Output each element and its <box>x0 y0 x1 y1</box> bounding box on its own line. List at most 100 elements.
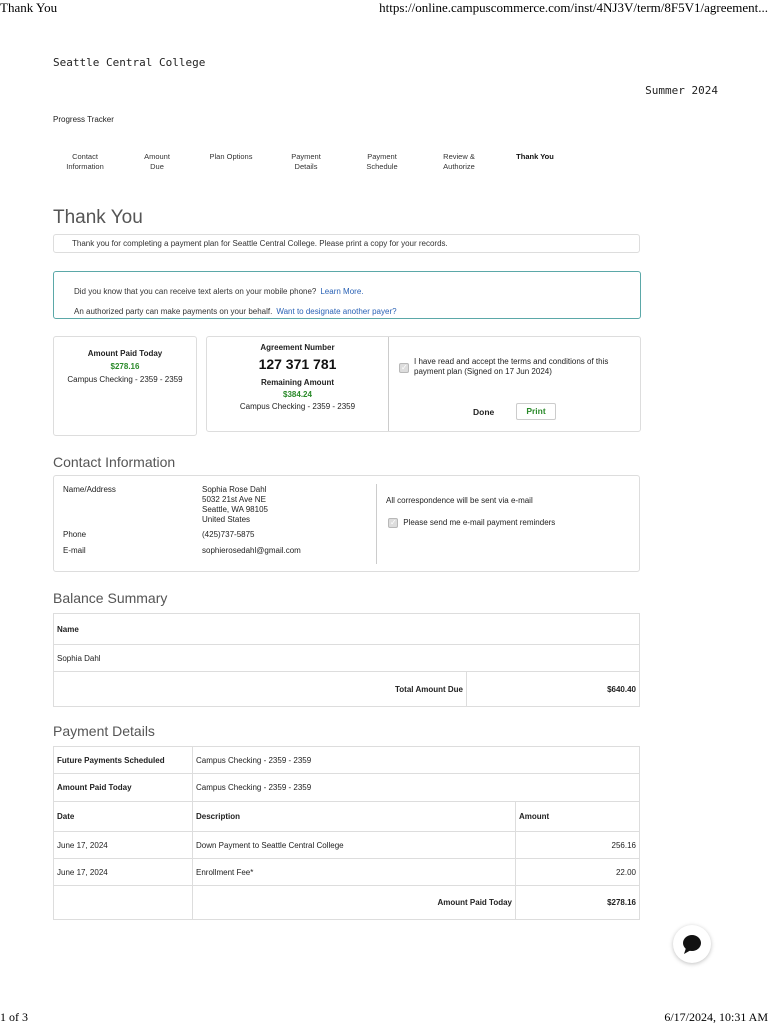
step-label: Plan Options <box>209 152 253 161</box>
paid-today-account: Campus Checking - 2359 - 2359 <box>67 375 183 384</box>
column-header: Description <box>192 801 516 832</box>
table-row: Future Payments Scheduled Campus Checkin… <box>53 746 640 774</box>
print-button[interactable]: Print <box>516 403 556 420</box>
terms-acceptance: I have read and accept the terms and con… <box>399 357 629 377</box>
learn-more-link[interactable]: Learn More. <box>320 287 363 296</box>
email-value: sophierosedahl@gmail.com <box>202 546 301 555</box>
phone-value: (425)737-5875 <box>202 530 255 539</box>
payment-amount: 256.16 <box>515 831 640 859</box>
contact-information-heading: Contact Information <box>53 454 176 470</box>
remaining-amount-label: Remaining Amount <box>260 378 335 387</box>
payment-date: June 17, 2024 <box>53 831 193 859</box>
done-button[interactable]: Done <box>473 407 494 417</box>
progress-tracker: Contact Information Amount Due Plan Option… <box>53 152 583 174</box>
step-contact-information: Contact Information <box>53 152 117 171</box>
total-amount-due-label: Total Amount Due <box>53 671 467 707</box>
table-row: June 17, 2024 Down Payment to Seattle Ce… <box>53 831 640 859</box>
divider <box>376 484 377 564</box>
alerts-panel: Did you know that you can receive text a… <box>53 271 641 319</box>
progress-tracker-label: Progress Tracker <box>53 115 114 124</box>
payer-text: An authorized party can make payments on… <box>74 307 273 316</box>
step-label: Schedule <box>366 161 398 171</box>
step-label: Information <box>66 161 104 171</box>
payment-amount: 22.00 <box>515 858 640 886</box>
name-address-value: Sophia Rose Dahl 5032 21st Ave NE Seattl… <box>202 485 268 525</box>
paid-today-row-label: Amount Paid Today <box>53 773 193 802</box>
text-alert-row: Did you know that you can receive text a… <box>74 282 640 302</box>
agreement-number: 127 371 781 <box>258 356 337 372</box>
step-payment-details: Payment Details <box>274 152 338 171</box>
step-label: Review & <box>443 152 475 161</box>
email-label: E-mail <box>63 546 86 555</box>
table-row: Amount Paid Today $278.16 <box>53 885 640 920</box>
phone-label: Phone <box>63 530 87 539</box>
correspondence-note: All correspondence will be sent via e-ma… <box>386 496 533 505</box>
email-reminders-option: Please send me e-mail payment reminders <box>388 518 555 528</box>
email-reminders-label: Please send me e-mail payment reminders <box>403 518 556 527</box>
terms-text: I have read and accept the terms and con… <box>414 357 609 376</box>
amount-paid-today-card: Amount Paid Today $278.16 Campus Checkin… <box>53 336 197 436</box>
step-label: Amount <box>144 152 170 161</box>
amount-paid-today-total-value: $278.16 <box>515 885 640 920</box>
payment-details-heading: Payment Details <box>53 723 155 739</box>
empty-cell <box>53 885 193 920</box>
designate-payer-link[interactable]: Want to designate another payer? <box>276 307 396 316</box>
future-payments-value: Campus Checking - 2359 - 2359 <box>192 746 640 774</box>
chat-bubble-icon <box>683 935 701 954</box>
step-label: Authorize <box>443 161 475 171</box>
terms-checkbox[interactable] <box>399 363 409 373</box>
agreement-card: Agreement Number 127 371 781 Remaining A… <box>206 336 641 432</box>
student-name: Sophia Dahl <box>53 644 640 672</box>
payment-date: June 17, 2024 <box>53 858 193 886</box>
contact-name: Sophia Rose Dahl <box>202 485 267 494</box>
paid-today-amount: $278.16 <box>110 362 140 371</box>
payment-description: Down Payment to Seattle Central College <box>192 831 516 859</box>
table-row: Amount Paid Today Campus Checking - 2359… <box>53 773 640 802</box>
contact-information-card: Name/Address Sophia Rose Dahl 5032 21st … <box>53 475 640 572</box>
table-row: Total Amount Due $640.40 <box>53 671 640 707</box>
table-row: June 17, 2024 Enrollment Fee* 22.00 <box>53 858 640 886</box>
print-page-number: 1 of 3 <box>0 1010 28 1024</box>
total-amount-due-value: $640.40 <box>466 671 640 707</box>
paid-today-row-value: Campus Checking - 2359 - 2359 <box>192 773 640 802</box>
print-url: https://online.campuscommerce.com/inst/4… <box>379 0 768 15</box>
print-page-title: Thank You <box>0 0 58 15</box>
table-row: Name <box>53 613 640 645</box>
term-label: Summer 2024 <box>645 84 718 97</box>
column-header: Amount <box>515 801 640 832</box>
text-alert-text: Did you know that you can receive text a… <box>74 287 317 296</box>
paid-today-label: Amount Paid Today <box>87 349 163 358</box>
step-label: Contact <box>72 152 98 161</box>
table-row: Sophia Dahl <box>53 644 640 672</box>
step-label: Details <box>294 161 318 171</box>
name-address-label: Name/Address <box>63 485 116 494</box>
payment-details-table: Future Payments Scheduled Campus Checkin… <box>53 746 640 920</box>
step-payment-schedule: Payment Schedule <box>350 152 414 171</box>
column-header: Date <box>53 801 193 832</box>
step-label: Thank You <box>516 152 554 161</box>
email-reminders-checkbox[interactable] <box>388 518 398 528</box>
college-name: Seattle Central College <box>53 56 206 69</box>
table-header-row: Date Description Amount <box>53 801 640 832</box>
address-line-1: 5032 21st Ave NE <box>202 495 266 504</box>
step-review-authorize: Review & Authorize <box>427 152 491 171</box>
address-line-3: United States <box>202 515 251 524</box>
name-header: Name <box>53 613 640 645</box>
step-label: Payment <box>291 152 321 161</box>
amount-paid-today-total-label: Amount Paid Today <box>192 885 516 920</box>
payment-description: Enrollment Fee* <box>192 858 516 886</box>
step-label: Payment <box>367 152 397 161</box>
step-thank-you: Thank You <box>503 152 567 162</box>
agreement-number-label: Agreement Number <box>260 343 335 352</box>
payer-row: An authorized party can make payments on… <box>74 302 640 322</box>
remaining-account: Campus Checking - 2359 - 2359 <box>239 402 356 411</box>
thank-you-message: Thank you for completing a payment plan … <box>53 234 640 253</box>
print-datetime: 6/17/2024, 10:31 AM <box>664 1010 768 1024</box>
page-title: Thank You <box>53 207 143 228</box>
step-amount-due: Amount Due <box>125 152 189 171</box>
chat-button[interactable] <box>673 925 711 963</box>
balance-summary-heading: Balance Summary <box>53 590 168 606</box>
agreement-summary: Agreement Number 127 371 781 Remaining A… <box>207 337 389 431</box>
remaining-amount: $384.24 <box>283 390 312 399</box>
balance-summary-table: Name Sophia Dahl Total Amount Due $640.4… <box>53 613 640 707</box>
